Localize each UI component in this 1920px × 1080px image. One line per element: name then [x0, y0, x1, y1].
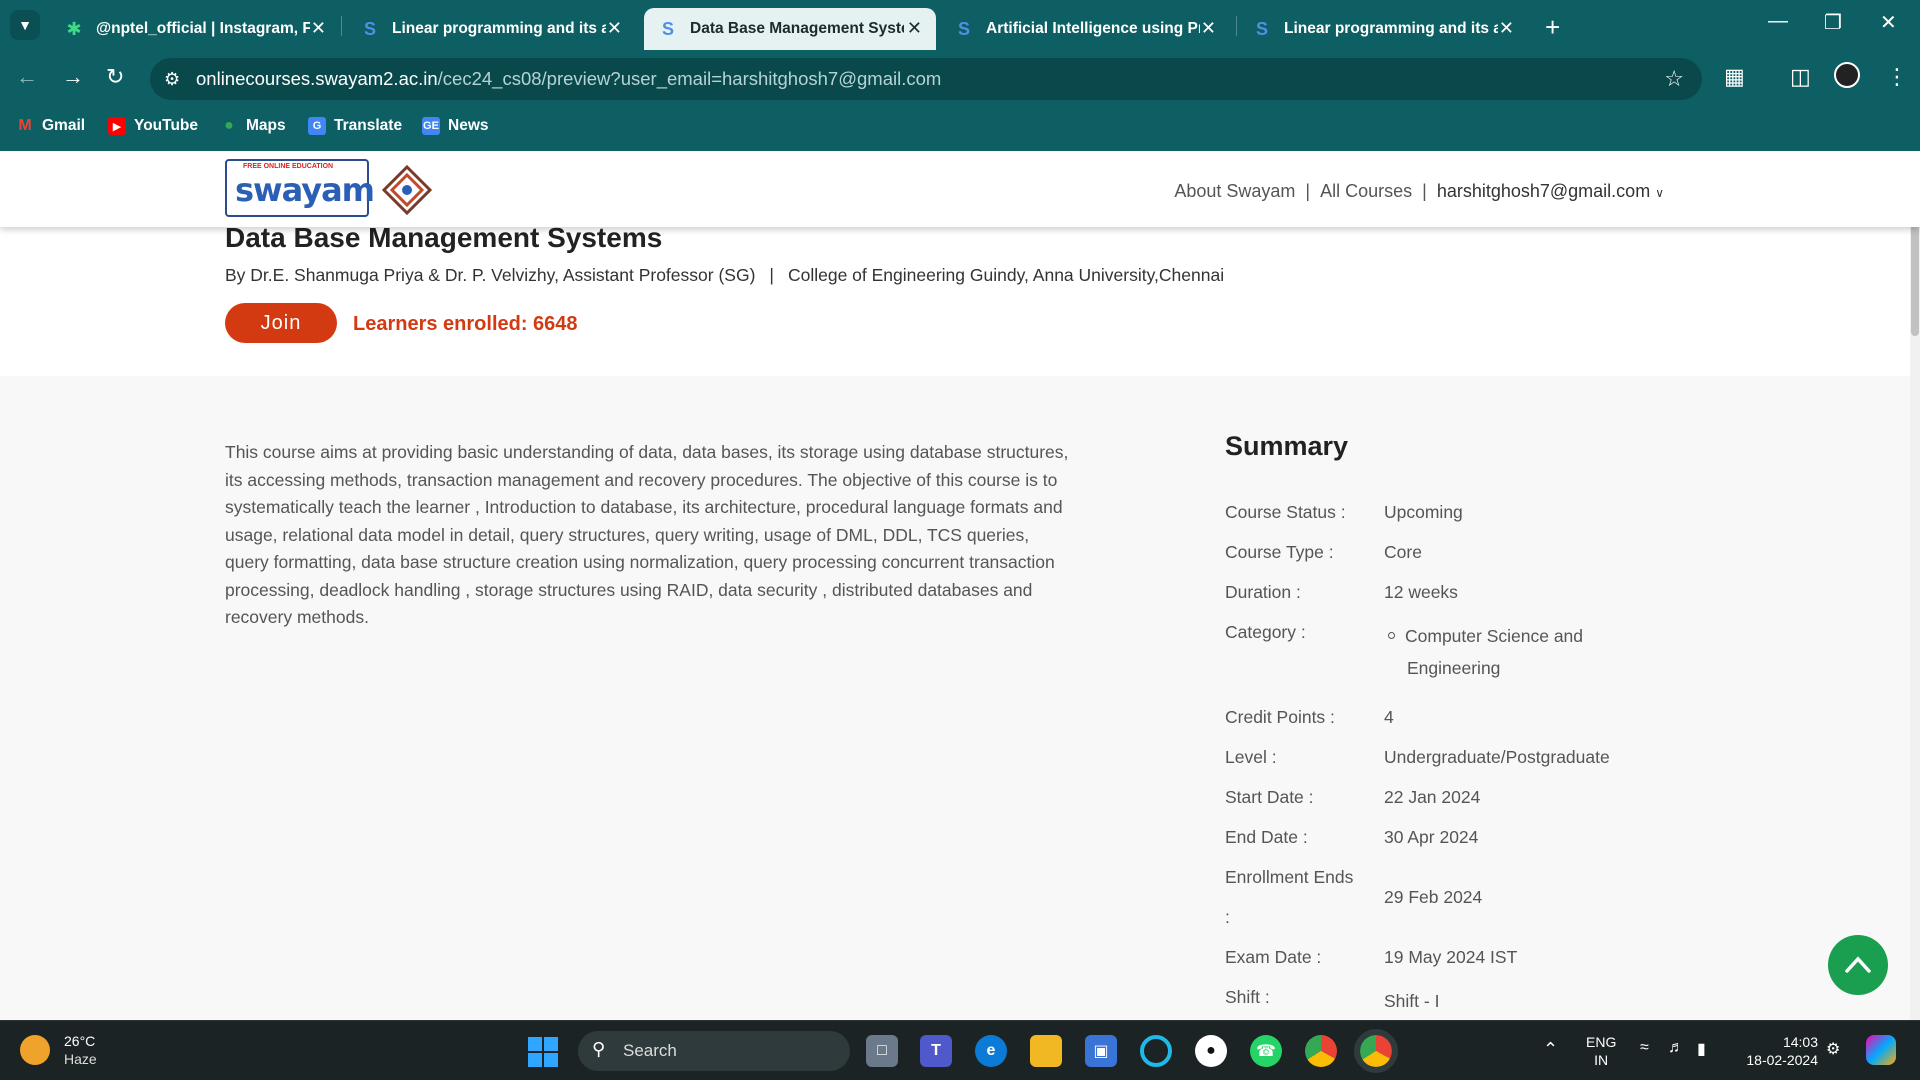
chrome-active-icon[interactable]: [1354, 1029, 1398, 1073]
profile-avatar[interactable]: [1834, 62, 1860, 88]
page-scrollbar[interactable]: [1910, 151, 1920, 1020]
close-tab-icon[interactable]: ✕: [311, 18, 326, 39]
nav-all-courses[interactable]: All Courses: [1320, 181, 1412, 201]
browser-toolbar: ← → ↻ ⚙ onlinecourses.swayam2.ac.in/cec2…: [0, 50, 1920, 158]
tab-artificial-intelligence[interactable]: S Artificial Intelligence using Pro ✕: [940, 8, 1230, 50]
gmail-icon: M: [18, 117, 32, 134]
whatsapp-icon[interactable]: ☎: [1250, 1035, 1282, 1067]
news-icon: GE: [422, 117, 440, 135]
tab-dbms-active[interactable]: S Data Base Management Systen ✕: [644, 8, 936, 50]
new-tab-icon[interactable]: +: [1545, 12, 1560, 43]
chrome-icon[interactable]: [1305, 1035, 1337, 1067]
tab-divider: [341, 16, 342, 36]
maps-icon: ●: [224, 117, 234, 134]
chevron-down-icon: ∨: [1655, 186, 1664, 200]
instructors: By Dr.E. Shanmuga Priya & Dr. P. Velvizh…: [225, 265, 756, 285]
summary-row-enrollment-ends: Enrollment Ends : 29 Feb 2024: [1225, 867, 1483, 927]
swayam-icon: S: [1255, 18, 1268, 39]
cortana-icon[interactable]: [1140, 1035, 1172, 1067]
join-button[interactable]: Join: [225, 303, 337, 343]
side-panel-icon[interactable]: ◫: [1790, 64, 1811, 90]
close-tab-icon[interactable]: ✕: [907, 18, 922, 39]
chevron-up-icon: [1845, 956, 1871, 973]
minimize-icon[interactable]: —: [1768, 10, 1788, 33]
swayam-icon: S: [661, 18, 674, 39]
notification-settings-icon[interactable]: ⚙: [1826, 1039, 1840, 1059]
volume-icon[interactable]: ♬: [1668, 1039, 1684, 1057]
reload-icon[interactable]: ↻: [106, 64, 124, 90]
asterisk-icon: ✱: [66, 18, 82, 39]
bookmark-gmail[interactable]: M Gmail: [16, 117, 85, 135]
copilot-icon[interactable]: [1866, 1035, 1896, 1065]
page-viewport: Data Base Management Systems By Dr.E. Sh…: [0, 151, 1920, 1020]
address-bar[interactable]: ⚙ onlinecourses.swayam2.ac.in/cec24_cs08…: [150, 58, 1702, 100]
wifi-icon[interactable]: ≈: [1640, 1039, 1649, 1057]
extensions-icon[interactable]: ▦: [1724, 64, 1745, 90]
menu-kebab-icon[interactable]: ⋮: [1886, 64, 1908, 90]
youtube-icon: ▶: [108, 117, 126, 135]
summary-row-category: Category : Computer Science and Engineer…: [1225, 612, 1645, 684]
search-icon: ⚲: [592, 1039, 606, 1059]
taskbar: 26°C Haze ⚲ Search □ T e ▣ ● ☎ ⌃ ENG IN ≈…: [0, 1020, 1920, 1080]
summary-heading: Summary: [1225, 431, 1349, 461]
tab-instagram[interactable]: ✱ @nptel_official | Instagram, Fa ✕: [50, 8, 340, 50]
forward-icon[interactable]: →: [62, 64, 84, 90]
swayam-icon: S: [363, 18, 376, 39]
bookmarks-bar: M Gmail ▶ YouTube ● Maps G Translate GE …: [0, 113, 1920, 145]
bookmark-youtube[interactable]: ▶ YouTube: [108, 117, 198, 135]
bookmark-translate[interactable]: G Translate: [308, 117, 402, 135]
site-info-icon[interactable]: ⚙: [164, 69, 180, 90]
bookmark-maps[interactable]: ● Maps: [220, 117, 285, 135]
tab-search-button[interactable]: ▼: [10, 10, 40, 40]
task-view-icon[interactable]: □: [866, 1035, 898, 1067]
tab-divider: [1236, 16, 1237, 36]
nav-about-swayam[interactable]: About Swayam: [1174, 181, 1295, 201]
swayam-icon: S: [957, 18, 970, 39]
close-tab-icon[interactable]: ✕: [607, 18, 622, 39]
course-description: This course aims at providing basic unde…: [225, 442, 1069, 627]
site-header: FREE ONLINE EDUCATION swayam About Swaya…: [0, 151, 1920, 227]
course-byline: By Dr.E. Shanmuga Priya & Dr. P. Velvizh…: [225, 265, 1225, 285]
back-icon[interactable]: ←: [16, 64, 38, 90]
haze-sun-icon: [20, 1035, 50, 1065]
close-tab-icon[interactable]: ✕: [1201, 18, 1216, 39]
clock[interactable]: 14:03 18-02-2024: [1738, 1033, 1818, 1069]
close-window-icon[interactable]: ✕: [1880, 10, 1897, 35]
bookmark-star-icon[interactable]: ☆: [1664, 66, 1684, 92]
url-text[interactable]: onlinecourses.swayam2.ac.in/cec24_cs08/p…: [196, 68, 941, 90]
scroll-to-top-button[interactable]: [1828, 935, 1888, 995]
file-explorer-icon[interactable]: [1030, 1035, 1062, 1067]
learners-enrolled: Learners enrolled: 6648: [353, 313, 578, 335]
bookmark-news[interactable]: GE News: [422, 117, 489, 135]
tray-overflow-chevron-icon[interactable]: ⌃: [1543, 1039, 1558, 1060]
store-icon[interactable]: ▣: [1085, 1035, 1117, 1067]
windows-start-icon[interactable]: [528, 1037, 558, 1067]
restore-icon[interactable]: ❐: [1824, 10, 1842, 35]
translate-icon: G: [308, 117, 326, 135]
bullet-icon: [1388, 632, 1395, 639]
category-list-item: Computer Science and Engineering: [1384, 620, 1583, 684]
tab-linear-programming-1[interactable]: S Linear programming and its ap ✕: [346, 8, 636, 50]
top-nav: About Swayam | All Courses | harshitghosh7@g…: [1174, 181, 1664, 201]
emblem-icon: [382, 165, 432, 215]
language-indicator[interactable]: ENG IN: [1586, 1033, 1616, 1069]
tab-linear-programming-2[interactable]: S Linear programming and its ap ✕: [1238, 8, 1528, 50]
close-tab-icon[interactable]: ✕: [1499, 18, 1514, 39]
github-icon[interactable]: ●: [1195, 1035, 1227, 1067]
battery-icon[interactable]: ▮: [1697, 1039, 1706, 1059]
user-menu[interactable]: harshitghosh7@gmail.com ∨: [1437, 181, 1664, 201]
tab-strip: ▼ ✱ @nptel_official | Instagram, Fa ✕ S …: [0, 0, 1920, 50]
teams-icon[interactable]: T: [920, 1035, 952, 1067]
swayam-logo[interactable]: FREE ONLINE EDUCATION swayam: [225, 159, 375, 217]
institute: College of Engineering Guindy, Anna Univ…: [787, 265, 1225, 285]
edge-icon[interactable]: e: [975, 1035, 1007, 1067]
taskbar-search[interactable]: ⚲ Search: [578, 1031, 850, 1071]
